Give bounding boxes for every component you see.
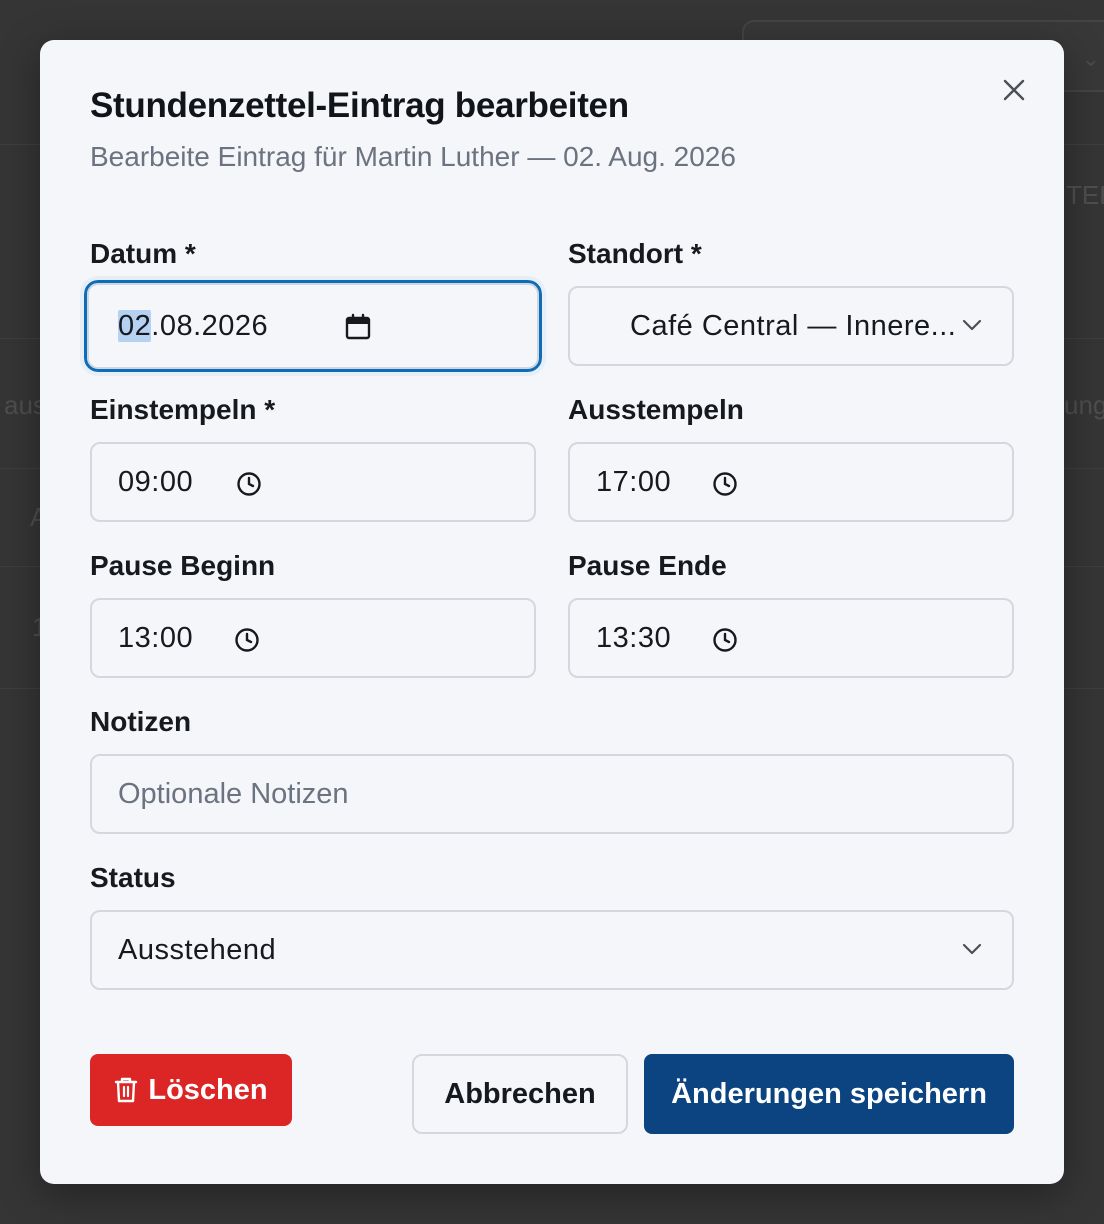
clock-icon[interactable]	[234, 627, 260, 653]
break-start-value: 13:00	[118, 621, 194, 654]
chevron-down-icon: ⌄	[1081, 46, 1100, 71]
clock-out-input[interactable]: 17:00	[568, 442, 1014, 522]
location-select[interactable]: Café Central — Innere...	[568, 286, 1014, 366]
save-button[interactable]: Änderungen speichern	[644, 1054, 1014, 1134]
notes-input[interactable]: Optionale Notizen	[90, 754, 1014, 834]
dialog-subtitle: Bearbeite Eintrag für Martin Luther — 02…	[90, 141, 736, 172]
clock-icon[interactable]	[712, 627, 738, 653]
cancel-button[interactable]: Abbrechen	[412, 1054, 628, 1134]
clock-icon[interactable]	[712, 471, 738, 497]
break-start-label: Pause Beginn	[90, 550, 276, 581]
notes-placeholder: Optionale Notizen	[118, 777, 349, 810]
chevron-down-icon	[962, 942, 982, 956]
close-button[interactable]	[998, 74, 1030, 106]
status-value: Ausstehend	[118, 933, 277, 966]
clock-out-label: Ausstempeln	[568, 394, 744, 425]
cancel-button-label: Abbrechen	[444, 1077, 596, 1110]
clock-in-input[interactable]: 09:00	[90, 442, 536, 522]
clock-out-value: 17:00	[596, 465, 672, 498]
delete-button[interactable]: Löschen	[90, 1054, 292, 1126]
date-rest[interactable]: .08.2026	[151, 310, 268, 342]
close-icon	[1003, 79, 1025, 101]
notes-label: Notizen	[90, 706, 192, 737]
status-label: Status	[90, 862, 176, 893]
status-select[interactable]: Ausstehend	[90, 910, 1014, 990]
dialog-title: Stundenzettel-Eintrag bearbeiten	[90, 86, 629, 125]
calendar-icon[interactable]	[345, 313, 371, 341]
break-end-input[interactable]: 13:30	[568, 598, 1014, 678]
trash-icon	[114, 1076, 138, 1104]
save-button-label: Änderungen speichern	[671, 1077, 987, 1110]
date-input[interactable]: 02.08.2026	[80, 276, 546, 376]
chevron-down-icon	[962, 318, 982, 332]
delete-button-label: Löschen	[148, 1073, 268, 1106]
break-end-label: Pause Ende	[568, 550, 727, 581]
background-text: TER	[1066, 180, 1104, 210]
break-start-input[interactable]: 13:00	[90, 598, 536, 678]
clock-icon[interactable]	[236, 471, 262, 497]
date-day-segment[interactable]: 02	[118, 309, 152, 342]
location-value: Café Central — Innere...	[630, 309, 957, 342]
location-label: Standort *	[568, 238, 702, 269]
date-value: 02.08.2026	[118, 309, 268, 343]
clock-in-value: 09:00	[118, 465, 194, 498]
background-text: ungs	[1064, 390, 1104, 420]
date-label: Datum *	[90, 238, 196, 269]
clock-in-label: Einstempeln *	[90, 394, 276, 425]
break-end-value: 13:30	[596, 621, 672, 654]
edit-timesheet-dialog: Stundenzettel-Eintrag bearbeiten Bearbei…	[40, 40, 1064, 1184]
